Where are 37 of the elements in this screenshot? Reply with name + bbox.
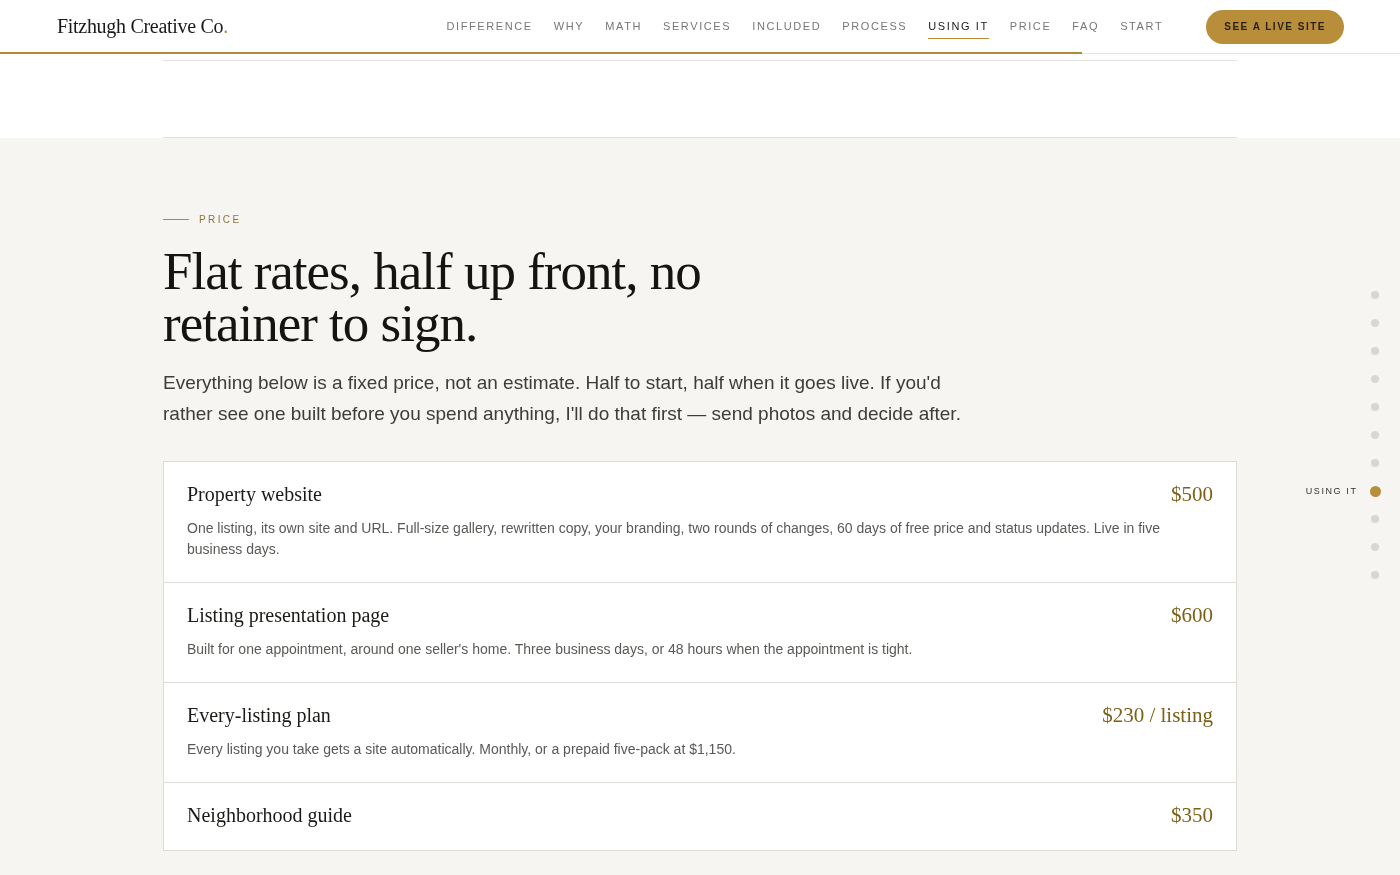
- nav-link[interactable]: SERVICES: [663, 14, 732, 39]
- service-description: Every listing you take gets a site automatically. Monthly, or a prepaid five-pack at $1,150.: [187, 740, 737, 759]
- service-price: $350: [1171, 803, 1213, 828]
- section-eyebrow: PRICE: [199, 214, 242, 225]
- nav-link[interactable]: USING IT: [928, 14, 989, 39]
- service-description: One listing, its own site and URL. Full-size gallery, rewritten copy, your branding, two rounds of changes, 60 days of free price and status updates. Live in five business days.: [187, 519, 1161, 559]
- nav-link[interactable]: WHY: [553, 14, 585, 39]
- service-name: Neighborhood guide: [187, 804, 352, 827]
- section-nav-dot[interactable]: [1371, 291, 1379, 299]
- service-description: Built for one appointment, around one seller's home. Three business days, or 48 hours when the appointment is tight.: [187, 640, 914, 659]
- service-name: Every-listing plan: [187, 704, 331, 727]
- nav-link[interactable]: MATH: [605, 14, 642, 39]
- service-price: $600: [1171, 603, 1213, 628]
- section-nav-dot[interactable]: [1369, 485, 1381, 497]
- section-nav-dot[interactable]: [1371, 571, 1379, 579]
- section-nav-dot[interactable]: [1371, 515, 1379, 523]
- service-name: Property website: [187, 483, 322, 506]
- nav-link[interactable]: DIFFERENCE: [446, 14, 533, 39]
- section-nav-dot[interactable]: [1371, 319, 1379, 327]
- nav-link[interactable]: PROCESS: [842, 14, 908, 39]
- see-live-site-button[interactable]: SEE A LIVE SITE: [1206, 9, 1344, 44]
- service-name: Listing presentation page: [187, 604, 390, 627]
- nav-link[interactable]: FAQ: [1072, 14, 1100, 39]
- section-indicator-label: USING IT: [1305, 486, 1358, 496]
- nav-link[interactable]: START: [1120, 14, 1164, 39]
- section-nav-dot[interactable]: [1371, 375, 1379, 383]
- nav-link[interactable]: INCLUDED: [752, 14, 822, 39]
- service-price: $500: [1171, 482, 1213, 507]
- intro-paragraph: Everything below is a fixed price, not an estimate. Half to start, half when it goes live. If you'd rather see one built before you spend anything, I'll do that first — send photos and decide after.: [163, 371, 962, 426]
- section-nav-dot[interactable]: [1371, 347, 1379, 355]
- service-price: $230 / listing: [1102, 703, 1213, 728]
- nav-link[interactable]: PRICE: [1009, 14, 1052, 39]
- brand-logo[interactable]: Fitzhugh Creative Co.: [57, 15, 228, 38]
- section-nav-dot[interactable]: [1371, 431, 1379, 439]
- section-nav-dot[interactable]: [1371, 403, 1379, 411]
- section-nav-dot[interactable]: [1371, 543, 1379, 551]
- section-nav-dot[interactable]: [1371, 459, 1379, 467]
